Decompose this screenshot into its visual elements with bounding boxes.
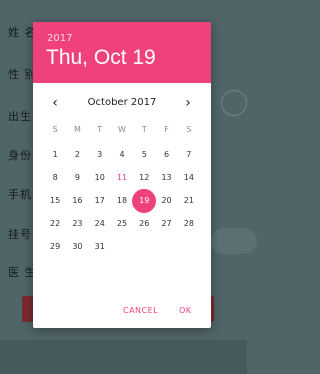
calendar-day[interactable]: 11 [111, 169, 133, 187]
calendar-day-empty [155, 238, 177, 256]
calendar-day-empty [133, 238, 155, 256]
weekday-header: T [97, 125, 103, 134]
calendar-week-row: 15 16 17 18 19 20 21 [44, 189, 200, 213]
calendar-day[interactable]: 23 [66, 215, 88, 233]
calendar-day-label: 4 [119, 150, 125, 159]
calendar-day[interactable]: 22 [44, 215, 66, 233]
calendar-day-label: 26 [139, 219, 150, 228]
calendar-day-label: 6 [164, 150, 170, 159]
calendar-day-label: 7 [186, 150, 192, 159]
calendar-day[interactable]: 14 [178, 169, 200, 187]
calendar-day-empty [178, 238, 200, 256]
calendar-day[interactable]: 13 [155, 169, 177, 187]
calendar-day[interactable]: 25 [111, 215, 133, 233]
weekday-header: S [52, 125, 58, 134]
calendar-day[interactable]: 19 [132, 189, 157, 213]
calendar-day[interactable]: 2 [66, 146, 88, 164]
calendar-day-label: 15 [50, 196, 61, 205]
calendar-day-label: 13 [161, 173, 172, 182]
calendar-day[interactable]: 9 [66, 169, 88, 187]
calendar-day-label: 31 [94, 242, 105, 251]
calendar-day[interactable]: 21 [178, 192, 200, 210]
calendar-day-label: 17 [94, 196, 105, 205]
calendar-day-label: 11 [116, 173, 128, 182]
dialog-actions: CANCEL OK [33, 306, 211, 320]
calendar-day-label: 14 [183, 173, 194, 182]
calendar-day-label: 23 [72, 219, 83, 228]
cancel-button[interactable]: CANCEL [123, 306, 158, 315]
calendar-day-label: 29 [50, 242, 61, 251]
calendar-week-row: 22 23 24 25 26 27 28 [44, 215, 200, 233]
year-label[interactable]: 2017 [47, 33, 72, 44]
calendar-day[interactable]: 10 [89, 169, 111, 187]
weekday-header: T [141, 125, 147, 134]
calendar-day-label: 27 [161, 219, 172, 228]
calendar-day-label: 18 [116, 196, 128, 205]
calendar-day[interactable]: 17 [89, 192, 111, 210]
date-picker-header: 2017 Thu, Oct 19 [33, 22, 211, 83]
weekday-header: W [118, 125, 126, 134]
month-navigation: ‹ October 2017 › [33, 95, 211, 111]
calendar-day[interactable]: 27 [155, 215, 177, 233]
calendar-day[interactable]: 18 [111, 192, 133, 210]
weekday-header: M [73, 125, 81, 134]
calendar-day-label: 19 [139, 196, 150, 205]
weekday-header-row: S M T W T F S [44, 125, 200, 134]
form-label-phone: 手机 [8, 188, 32, 201]
calendar-day[interactable]: 7 [178, 146, 200, 164]
calendar-day-label: 30 [72, 242, 83, 251]
background-icon [221, 90, 247, 116]
form-label-register: 挂号 [8, 228, 32, 241]
ok-button[interactable]: OK [179, 306, 192, 315]
calendar-week-row: 1 2 3 4 5 6 7 [44, 146, 200, 164]
calendar-day-label: 12 [139, 173, 150, 182]
calendar-day-label: 9 [74, 173, 80, 182]
date-picker-dialog: 2017 Thu, Oct 19 ‹ October 2017 › S M T … [33, 22, 211, 328]
calendar-day-label: 5 [141, 150, 147, 159]
calendar-day-label: 20 [161, 196, 172, 205]
calendar-week-row: 8 9 10 11 12 13 14 [44, 169, 200, 187]
weekday-header: S [186, 125, 192, 134]
calendar-day[interactable]: 4 [111, 146, 133, 164]
background-shape [211, 228, 257, 254]
calendar-day-label: 21 [183, 196, 194, 205]
calendar-day-label: 8 [52, 173, 58, 182]
calendar-day[interactable]: 26 [133, 215, 155, 233]
calendar-day[interactable]: 30 [66, 238, 88, 256]
selected-date-label[interactable]: Thu, Oct 19 [46, 46, 156, 70]
calendar-day[interactable]: 28 [178, 215, 200, 233]
calendar-day[interactable]: 16 [66, 192, 88, 210]
calendar-day[interactable]: 1 [44, 146, 66, 164]
calendar-day-label: 3 [97, 150, 103, 159]
calendar-day-label: 1 [52, 150, 58, 159]
calendar-day[interactable]: 8 [44, 169, 66, 187]
calendar-day-label: 24 [94, 219, 105, 228]
calendar-day[interactable]: 20 [155, 192, 177, 210]
bottom-band [0, 340, 247, 374]
calendar-day-label: 10 [94, 173, 105, 182]
calendar-day-label: 25 [116, 219, 128, 228]
calendar-day-label: 2 [74, 150, 80, 159]
form-label-id: 身份 [8, 149, 32, 162]
calendar-day[interactable]: 5 [133, 146, 155, 164]
form-label-birth: 出生 [8, 110, 32, 123]
calendar-day[interactable]: 6 [155, 146, 177, 164]
calendar-day[interactable]: 15 [44, 192, 66, 210]
calendar-day-empty [111, 238, 133, 256]
calendar-day-label: 16 [72, 196, 83, 205]
calendar-day-label: 22 [50, 219, 61, 228]
calendar-day[interactable]: 24 [89, 215, 111, 233]
calendar-day[interactable]: 12 [133, 169, 155, 187]
calendar-day[interactable]: 31 [89, 238, 111, 256]
calendar-day[interactable]: 3 [89, 146, 111, 164]
calendar-day-label: 28 [183, 219, 194, 228]
calendar-day[interactable]: 29 [44, 238, 66, 256]
calendar-week-row: 29 30 31 [44, 238, 200, 256]
weekday-header: F [164, 125, 169, 134]
chevron-right-icon[interactable]: › [180, 95, 196, 111]
